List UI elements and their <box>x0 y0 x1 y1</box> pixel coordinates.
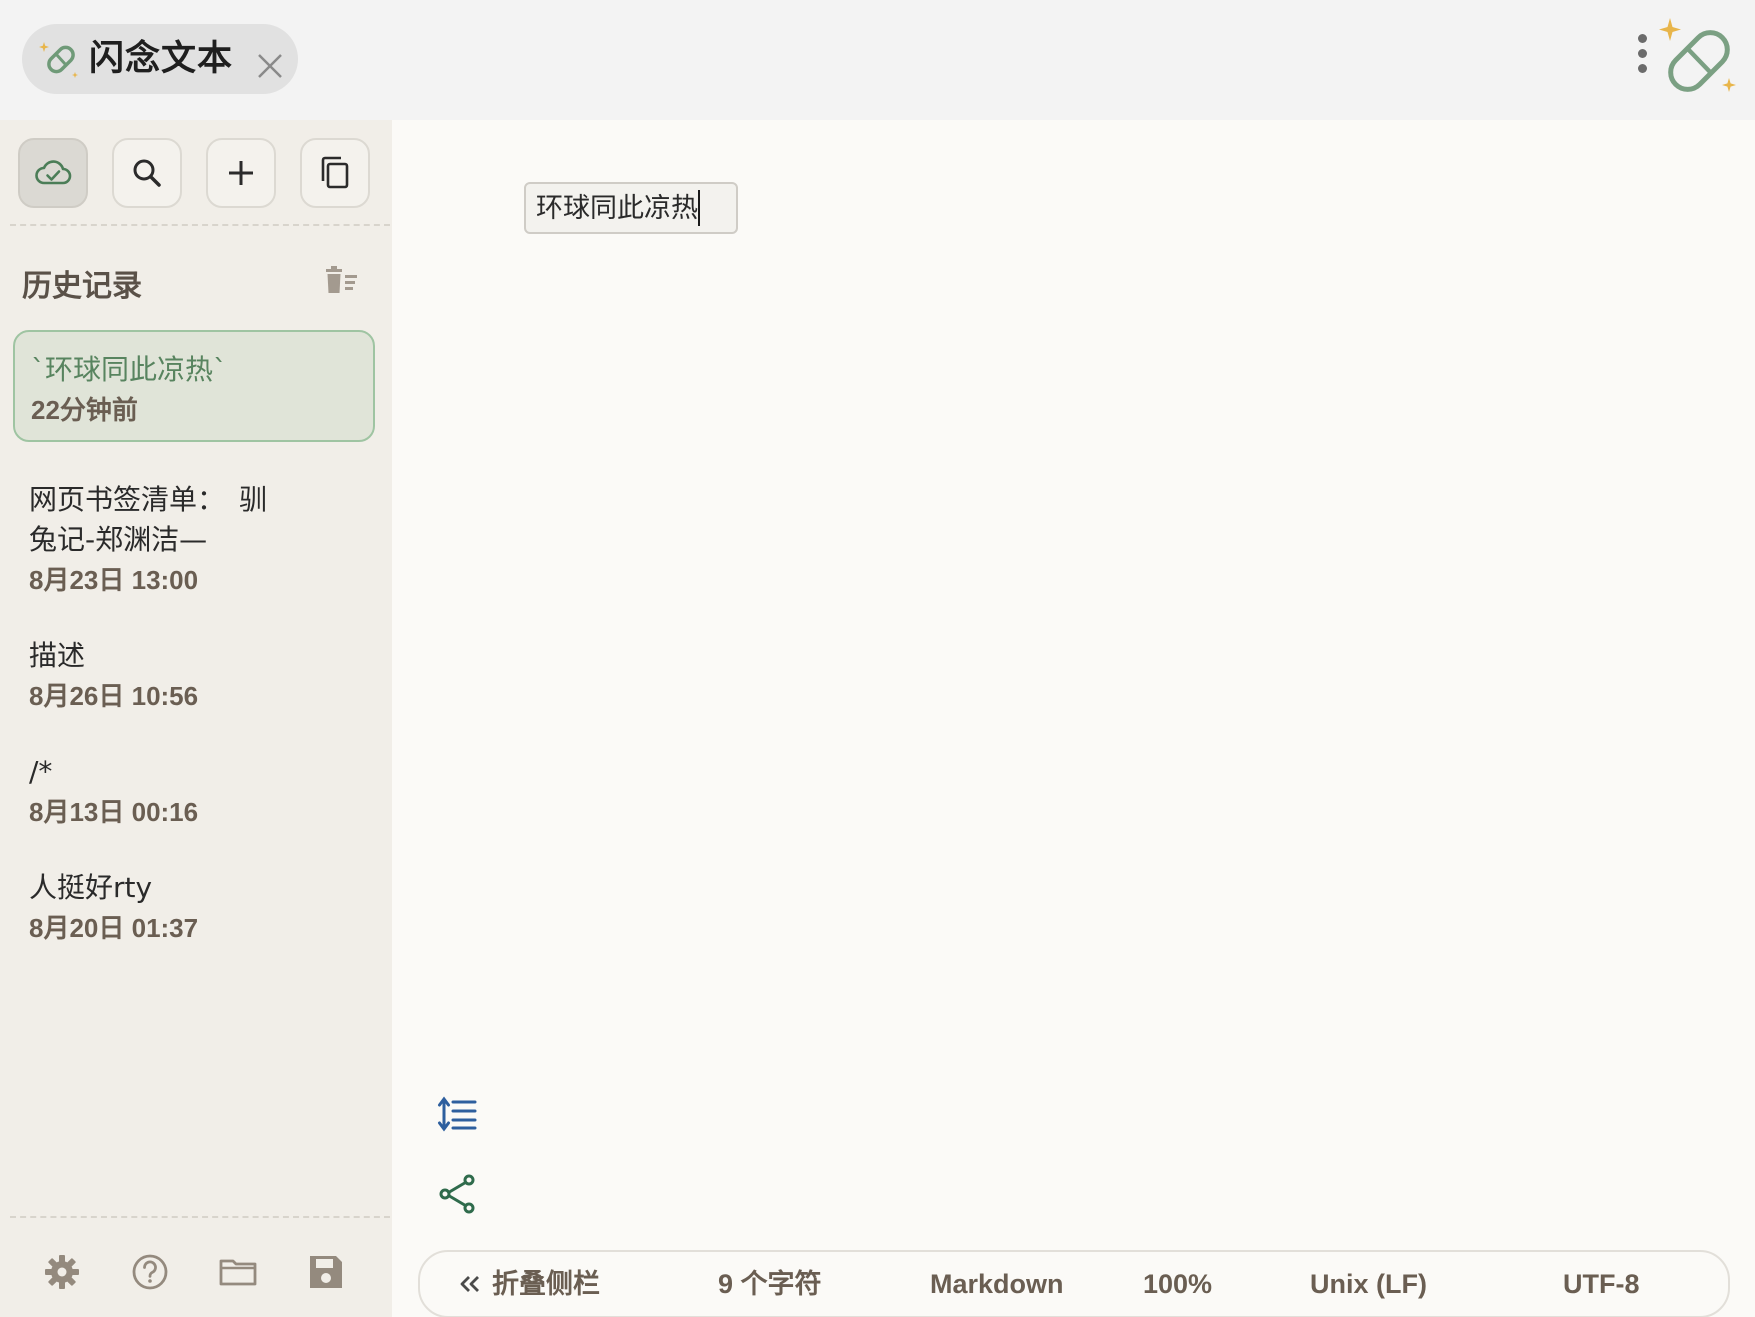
history-title: 历史记录 <box>22 270 142 303</box>
search-button[interactable] <box>112 138 182 208</box>
app-tab[interactable]: 闪念文本 <box>22 24 298 94</box>
char-count: 9 个字符 <box>718 1269 822 1299</box>
editor-text-field[interactable]: 环球同此凉热 <box>524 182 738 234</box>
folder-icon[interactable] <box>216 1250 260 1294</box>
app-title: 闪念文本 <box>89 39 234 78</box>
history-item-text: 描述 <box>29 639 86 672</box>
language-mode[interactable]: Markdown <box>930 1268 1064 1300</box>
toolbar-divider <box>10 224 390 226</box>
cloud-sync-icon <box>35 160 72 185</box>
history-item-text: 网页书签清单： 驯兔记-郑渊洁— <box>29 483 268 556</box>
search-icon <box>133 159 161 187</box>
sidebar-toolbar <box>18 138 378 208</box>
encoding[interactable]: UTF-8 <box>1563 1268 1640 1300</box>
editor-content: 环球同此凉热 <box>536 193 698 224</box>
line-height-icon[interactable] <box>436 1092 480 1136</box>
copy-button[interactable] <box>300 138 370 208</box>
cloud-sync-button[interactable] <box>18 138 88 208</box>
history-header: 历史记录 <box>22 255 362 305</box>
pill-sparkle-icon <box>39 42 78 78</box>
bottom-divider <box>10 1216 390 1218</box>
history-item[interactable]: /* 8月13日 00:16 <box>13 734 375 830</box>
copy-icon <box>321 156 349 189</box>
history-item-text: `环球同此凉热` <box>31 353 228 386</box>
settings-icon[interactable] <box>40 1250 84 1294</box>
zoom-level[interactable]: 100% <box>1143 1268 1212 1300</box>
text-caret <box>698 189 700 226</box>
more-vertical-icon[interactable] <box>1634 30 1650 84</box>
close-icon[interactable] <box>254 50 286 82</box>
double-chevron-left-icon <box>460 1276 479 1292</box>
editor-area: 环球同此凉热 <box>392 120 1755 1317</box>
history-item-time: 8月26日 10:56 <box>29 681 199 711</box>
history-item-text: 人挺好rty <box>29 871 153 904</box>
sidebar-bottom-tools <box>0 1238 392 1317</box>
history-list: `环球同此凉热` 22分钟前 网页书签清单： 驯兔记-郑渊洁— 8月23日 13… <box>13 330 375 946</box>
line-ending[interactable]: Unix (LF) <box>1310 1268 1427 1300</box>
sidebar: 历史记录 `环球同此凉热` 22分钟前 网页书签清单： 驯兔记-郑渊洁— 8月2… <box>0 120 392 1317</box>
title-bar: 闪念文本 <box>0 0 1755 120</box>
history-item[interactable]: 网页书签清单： 驯兔记-郑渊洁— 8月23日 13:00 <box>13 462 375 598</box>
history-item[interactable]: `环球同此凉热` 22分钟前 <box>13 330 375 442</box>
history-item-time: 8月13日 00:16 <box>29 797 199 827</box>
collapse-sidebar-label: 折叠侧栏 <box>492 1269 600 1299</box>
pill-sparkle-logo-icon <box>1659 18 1736 92</box>
history-item-time: 8月23日 13:00 <box>29 565 199 595</box>
history-item[interactable]: 人挺好rty 8月20日 01:37 <box>13 850 375 946</box>
share-icon[interactable] <box>436 1172 480 1216</box>
new-note-button[interactable] <box>206 138 276 208</box>
history-item-time: 22分钟前 <box>31 395 138 425</box>
collapse-sidebar-button[interactable]: 折叠侧栏 <box>456 1268 600 1300</box>
history-item-text: /* <box>29 755 53 788</box>
history-item[interactable]: 描述 8月26日 10:56 <box>13 618 375 714</box>
history-item-time: 8月20日 01:37 <box>29 913 199 943</box>
save-icon[interactable] <box>304 1250 348 1294</box>
clear-history-icon[interactable] <box>322 261 362 301</box>
status-bar: 折叠侧栏 9 个字符 Markdown 100% Unix (LF) UTF-8 <box>418 1250 1730 1317</box>
plus-icon <box>229 161 253 185</box>
help-icon[interactable] <box>128 1250 172 1294</box>
